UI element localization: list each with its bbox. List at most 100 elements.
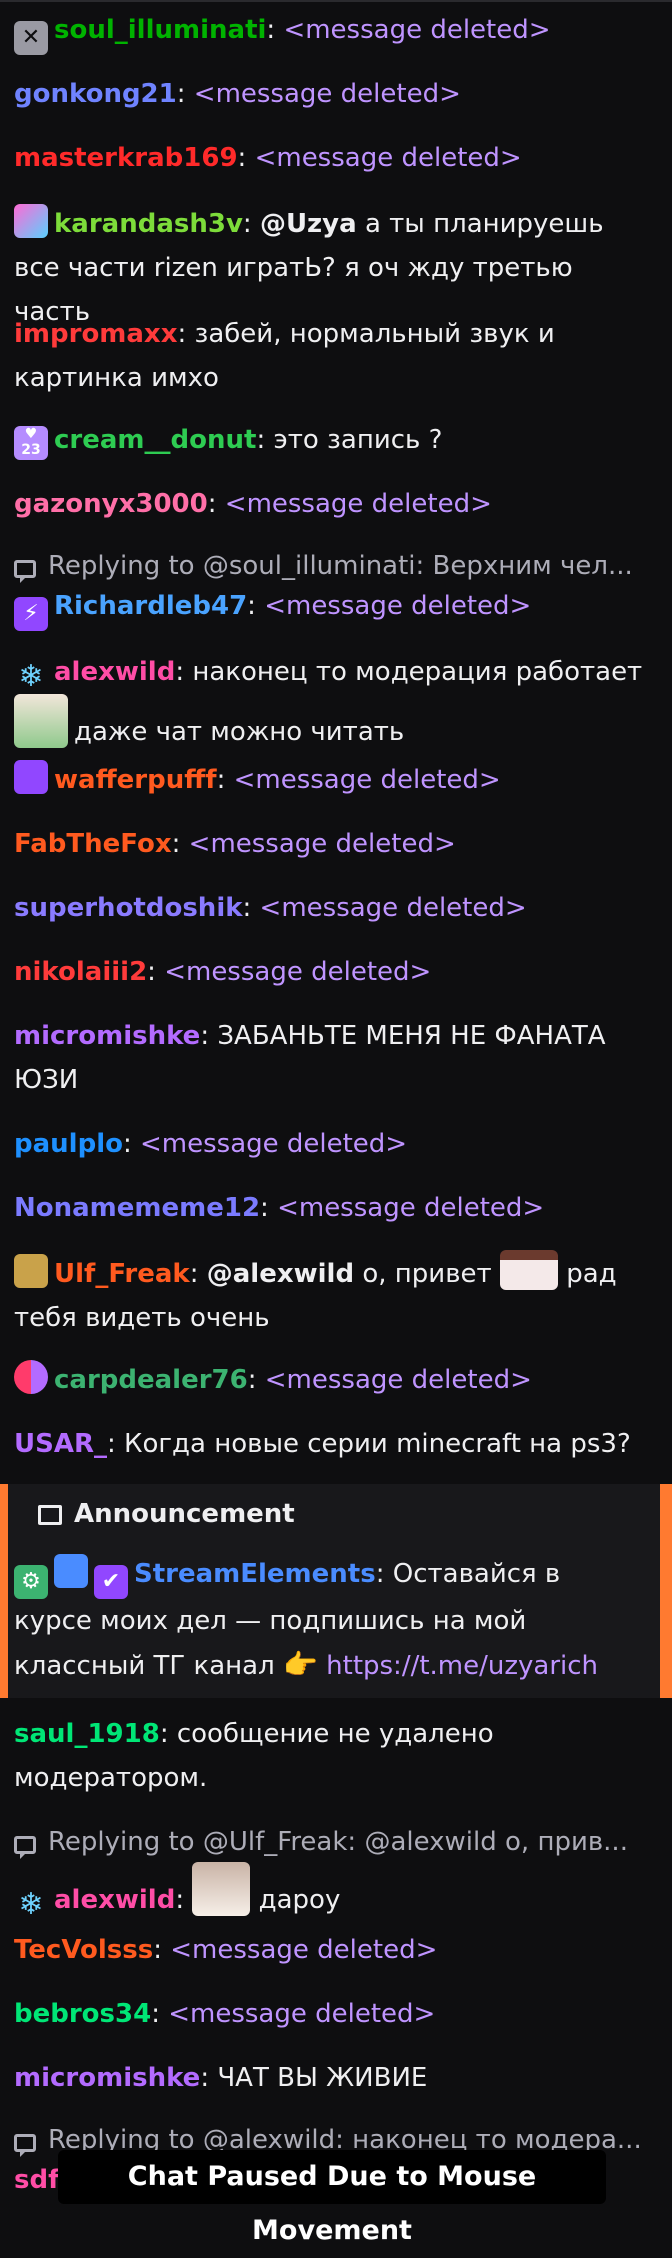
- chat-message: ✕ soul_illuminati: <message deleted>: [14, 8, 654, 55]
- chat-message: ❄ alexwild: наконец то модерация работает…: [14, 650, 654, 754]
- chat-message: nikolaiii2: <message deleted>: [14, 957, 432, 987]
- message-text[interactable]: <message deleted>: [225, 489, 492, 519]
- chat-message: gazonyx3000: <message deleted>: [14, 489, 492, 519]
- reply-thread[interactable]: Replying to @Ulf_Freak: @alexwild о, при…: [14, 1820, 654, 1864]
- username[interactable]: paulplo: [14, 1129, 123, 1159]
- chat-message: FabTheFox: <message deleted>: [14, 829, 456, 859]
- announcement: Announcement ⚙ ✔ StreamElements: Оставайся…: [0, 1484, 672, 1698]
- username[interactable]: bebros34: [14, 1999, 151, 2029]
- message-text[interactable]: <message deleted>: [194, 79, 461, 109]
- username[interactable]: USAR_: [14, 1429, 107, 1459]
- chat-message: ❄ alexwild: дарoу: [14, 1862, 654, 1922]
- emote-heart-sign-icon[interactable]: [499, 1250, 558, 1290]
- message-text[interactable]: <message deleted>: [260, 893, 527, 923]
- message-text[interactable]: <message deleted>: [255, 143, 522, 173]
- message-text-2: даже чат можно читать: [74, 717, 405, 747]
- face-badge-icon: [14, 760, 48, 794]
- username[interactable]: StreamElements: [134, 1559, 376, 1589]
- username[interactable]: FabTheFox: [14, 829, 172, 859]
- lights-badge-icon: [14, 1360, 48, 1394]
- username[interactable]: Richardleb47: [54, 591, 247, 621]
- message-text: о, привет: [362, 1259, 492, 1289]
- username[interactable]: masterkrab169: [14, 143, 238, 173]
- username[interactable]: gonkong21: [14, 79, 177, 109]
- chat-message: ⚡ Richardleb47: <message deleted>: [14, 584, 654, 631]
- username[interactable]: micromishke: [14, 1021, 200, 1051]
- snowflake-badge-icon: ❄: [18, 659, 44, 694]
- gear-badge-icon: ⚙: [14, 1565, 48, 1599]
- message-text[interactable]: <message deleted>: [264, 591, 531, 621]
- chat-message: carpdealer76: <message deleted>: [14, 1358, 654, 1402]
- message-text: наконец то модерация работает: [192, 657, 643, 687]
- mention[interactable]: @Uzya: [260, 209, 357, 239]
- username[interactable]: cream__donut: [54, 425, 256, 455]
- username[interactable]: nikolaiii2: [14, 957, 147, 987]
- reply-thread[interactable]: Replying to @soul_illuminati: Верхним че…: [14, 544, 654, 588]
- muted-speaker-icon: ✕: [14, 21, 48, 55]
- chat-message: superhotdoshik: <message deleted>: [14, 893, 527, 923]
- reply-icon: [14, 2134, 36, 2157]
- username[interactable]: wafferpufff: [54, 765, 217, 795]
- chat-message: wafferpufff: <message deleted>: [14, 758, 654, 802]
- helmet-badge-icon: [14, 1254, 48, 1288]
- username[interactable]: saul_1918: [14, 1719, 160, 1749]
- message-text: Когда новые серии minecraft на ps3?: [124, 1429, 631, 1459]
- year-badge-icon: ♥ 23: [14, 426, 48, 460]
- chat-message: saul_1918: сообщение не удалено модерато…: [14, 1719, 494, 1793]
- username[interactable]: impromaxx: [14, 319, 177, 349]
- message-text[interactable]: <message deleted>: [277, 1193, 544, 1223]
- username[interactable]: Ulf_Freak: [54, 1259, 190, 1289]
- message-text: ЧАТ ВЫ ЖИВИЕ: [217, 2063, 428, 2093]
- subscriber-badge-icon: [14, 204, 48, 238]
- message-text[interactable]: <message deleted>: [140, 1129, 407, 1159]
- username[interactable]: gazonyx3000: [14, 489, 208, 519]
- message-text[interactable]: <message deleted>: [164, 957, 431, 987]
- chat-message: Ulf_Freak: @alexwild о, привет рад тебя …: [14, 1250, 654, 1340]
- username[interactable]: superhotdoshik: [14, 893, 243, 923]
- username[interactable]: Nonamememe12: [14, 1193, 260, 1223]
- top-border: [0, 0, 672, 2]
- username[interactable]: soul_illuminati: [54, 15, 266, 45]
- chat-message: impromaxx: забей, нормальный звук и карт…: [14, 319, 555, 393]
- announcement-label: Announcement: [74, 1499, 295, 1529]
- verified-badge-icon: ✔: [94, 1565, 128, 1599]
- reply-text: Replying to @soul_illuminati: Верхним че…: [48, 551, 633, 581]
- chat-message: paulplo: <message deleted>: [14, 1129, 408, 1159]
- message-text[interactable]: <message deleted>: [168, 1999, 435, 2029]
- megaphone-icon: [38, 1505, 62, 1525]
- username[interactable]: TecVolsss: [14, 1935, 153, 1965]
- reply-icon: [14, 560, 36, 583]
- snowflake-badge-icon: ❄: [18, 1887, 44, 1922]
- chat-message: gonkong21: <message deleted>: [14, 79, 461, 109]
- announcement-header: Announcement: [38, 1492, 295, 1536]
- emote-anime-girl-icon[interactable]: [192, 1862, 251, 1916]
- chat-message: bebros34: <message deleted>: [14, 1999, 436, 2029]
- chat-message: micromishke: ЧАТ ВЫ ЖИВИЕ: [14, 2063, 428, 2093]
- chat-message: micromishke: ЗАБАНЬТЕ МЕНЯ НЕ ФАНАТА ЮЗИ: [14, 1021, 606, 1095]
- chat-message: TecVolsss: <message deleted>: [14, 1935, 438, 1965]
- username[interactable]: karandash3v: [54, 209, 243, 239]
- chat-message: ♥ 23 cream__donut: это запись ?: [14, 418, 654, 462]
- username[interactable]: micromishke: [14, 2063, 200, 2093]
- chat-message: masterkrab169: <message deleted>: [14, 143, 522, 173]
- message-text[interactable]: <message deleted>: [283, 15, 550, 45]
- username[interactable]: alexwild: [54, 1885, 175, 1915]
- message-text[interactable]: <message deleted>: [265, 1365, 532, 1395]
- chat-message: Nonamememe12: <message deleted>: [14, 1193, 545, 1223]
- message-text[interactable]: <message deleted>: [189, 829, 456, 859]
- username[interactable]: alexwild: [54, 657, 175, 687]
- pointing-hand-icon: 👉: [283, 1648, 318, 1681]
- chat-message: USAR_: Когда новые серии minecraft на ps…: [14, 1429, 631, 1459]
- mention[interactable]: @alexwild: [207, 1259, 354, 1289]
- prime-badge-icon: ⚡: [14, 597, 48, 631]
- emote-girl-icon[interactable]: [14, 694, 68, 748]
- reply-text: Replying to @Ulf_Freak: @alexwild о, при…: [48, 1827, 628, 1857]
- moderator-badge-icon: [54, 1554, 88, 1588]
- announcement-message: ⚙ ✔ StreamElements: Оставайся в курсе моих…: [14, 1552, 614, 1688]
- announcement-link[interactable]: https://t.me/uzyarich: [326, 1651, 598, 1681]
- message-text[interactable]: <message deleted>: [234, 765, 501, 795]
- username[interactable]: carpdealer76: [54, 1365, 248, 1395]
- message-text: дарoу: [258, 1885, 341, 1915]
- message-text[interactable]: <message deleted>: [170, 1935, 437, 1965]
- chat-paused-banner[interactable]: Chat Paused Due to Mouse Movement: [58, 2150, 606, 2246]
